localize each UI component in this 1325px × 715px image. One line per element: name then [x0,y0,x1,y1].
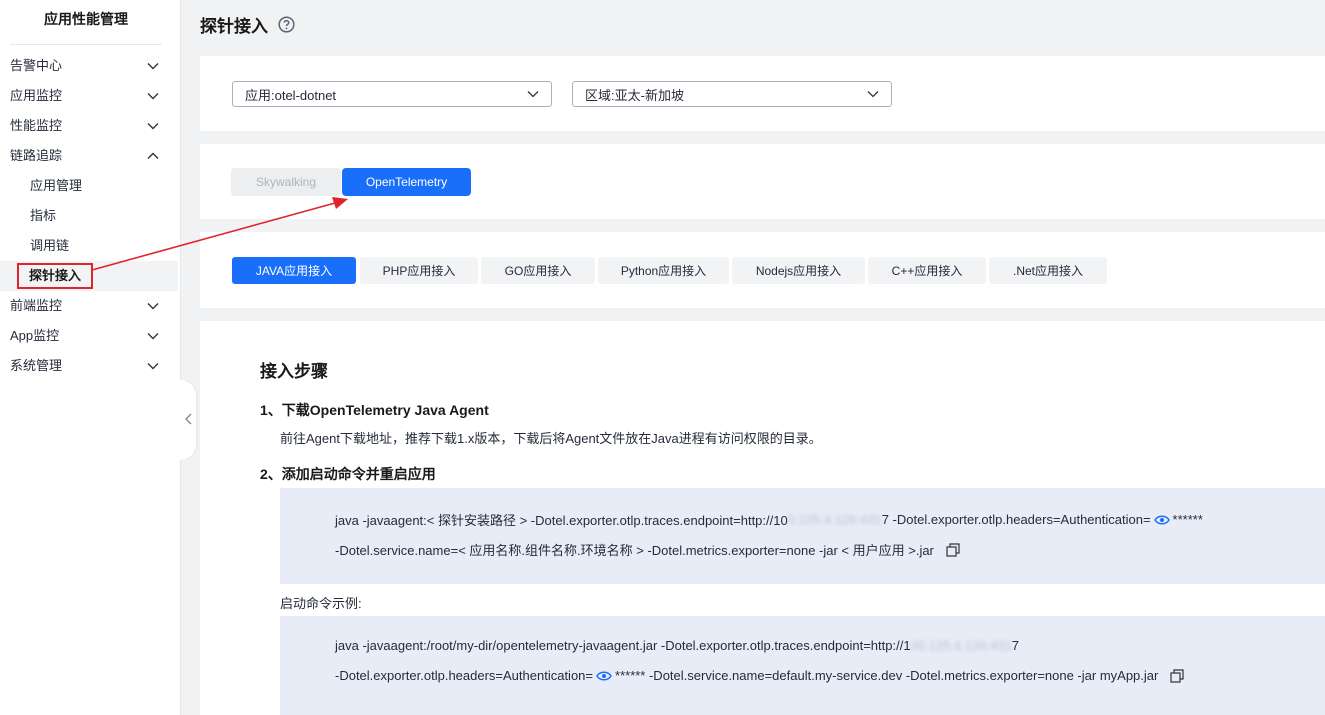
step2-title: 2、添加启动命令并重启应用 [260,466,436,482]
command-code-block: java -javaagent:< 探针安装路径 > -Dotel.export… [280,488,1325,584]
filter-card: 应用:otel-dotnet 区域:亚太-新加坡 [200,56,1325,131]
example-line-2: -Dotel.exporter.otlp.headers=Authenticat… [335,668,1184,683]
sidebar-item-probe-access[interactable]: 探针接入 [0,261,178,291]
chevron-down-icon [527,88,539,103]
sidebar-item-label: 系统管理 [10,358,63,373]
example-line-1: java -javaagent:/root/my-dir/opentelemet… [335,638,1019,653]
example-code-block: java -javaagent:/root/my-dir/opentelemet… [280,616,1325,715]
sidebar-item-app-management[interactable]: 应用管理 [0,171,180,201]
sidebar-item-label: 探针接入 [17,263,94,289]
copy-icon[interactable] [1170,668,1184,683]
command-text: java -javaagent:< 探针安装路径 > -Dotel.export… [335,513,788,528]
sidebar-item-label: 链路追踪 [10,148,63,163]
tab-nodejs[interactable]: Nodejs应用接入 [732,257,865,284]
protocol-option-opentelemetry[interactable]: OpenTelemetry [342,168,471,196]
sidebar-item-frontend-monitoring[interactable]: 前端监控 [0,291,180,321]
eye-icon[interactable] [1153,514,1170,526]
app-select-value: 应用:otel-dotnet [245,87,337,103]
chevron-down-icon [867,88,879,103]
step1-description: 前往Agent下载地址，推荐下载1.x版本，下载后将Agent文件放在Java进… [280,431,822,446]
command-text: java -javaagent:/root/my-dir/opentelemet… [335,638,911,653]
protocol-option-skywalking[interactable]: Skywalking [231,168,341,196]
masked-endpoint: 0.125.4.126:431 [787,512,882,527]
tab-java[interactable]: JAVA应用接入 [232,257,356,284]
sidebar-item-performance-monitoring[interactable]: 性能监控 [0,111,180,141]
chevron-down-icon [146,291,160,321]
command-text: 7 -Dotel.exporter.otlp.headers=Authentic… [881,512,1151,527]
command-line-1: java -javaagent:< 探针安装路径 > -Dotel.export… [335,510,1203,529]
sidebar-item-label: 应用监控 [10,88,63,103]
copy-icon[interactable] [946,542,960,557]
sidebar-item-label: 告警中心 [10,58,63,73]
page-title-text: 探针接入 [200,16,268,36]
command-text: ****** -Dotel.service.name=default.my-se… [615,668,1159,683]
chevron-down-icon [146,321,160,351]
sidebar: 应用性能管理 告警中心 应用监控 性能监控 链路追踪 应用管理 指标 调用链 探… [0,0,181,715]
sidebar-item-label: 调用链 [30,238,70,253]
protocol-card: Skywalking OpenTelemetry [200,144,1325,219]
tab-php[interactable]: PHP应用接入 [360,257,478,284]
chevron-down-icon [146,51,160,81]
tab-python[interactable]: Python应用接入 [598,257,729,284]
sidebar-collapse-button[interactable] [180,380,196,460]
language-tabs-card: JAVA应用接入 PHP应用接入 GO应用接入 Python应用接入 Nodej… [200,232,1325,308]
chevron-up-icon [146,141,160,171]
sidebar-item-metrics[interactable]: 指标 [0,201,180,231]
step1-title: 1、下载OpenTelemetry Java Agent [260,402,489,418]
steps-heading: 接入步骤 [260,362,328,381]
steps-card: 接入步骤 1、下载OpenTelemetry Java Agent 前往Agen… [200,321,1325,715]
chevron-down-icon [146,111,160,141]
eye-icon[interactable] [596,670,612,682]
sidebar-title: 应用性能管理 [10,0,162,45]
sidebar-item-call-chain[interactable]: 调用链 [0,231,180,261]
chevron-left-icon [184,413,192,428]
sidebar-item-alarm-center[interactable]: 告警中心 [0,51,180,81]
page-title: 探针接入 [200,10,295,38]
command-line-2: -Dotel.service.name=< 应用名称.组件名称.环境名称 > -… [335,540,960,559]
command-text: 7 [1011,638,1020,653]
region-select-value: 区域:亚太-新加坡 [585,87,684,103]
sidebar-item-system-management[interactable]: 系统管理 [0,351,180,381]
example-label: 启动命令示例: [280,596,362,611]
sidebar-item-label: 指标 [30,208,57,223]
tab-dotnet[interactable]: .Net应用接入 [989,257,1107,284]
sidebar-item-tracing[interactable]: 链路追踪 [0,141,180,171]
tab-cpp[interactable]: C++应用接入 [868,257,986,284]
sidebar-item-label: 前端监控 [10,298,63,313]
masked-secret: ****** [1172,512,1203,527]
tab-go[interactable]: GO应用接入 [481,257,595,284]
region-select[interactable]: 区域:亚太-新加坡 [572,81,892,107]
question-circle-icon[interactable] [278,15,295,33]
sidebar-item-label: App监控 [10,328,60,343]
chevron-down-icon [146,81,160,111]
chevron-down-icon [146,351,160,381]
app-select[interactable]: 应用:otel-dotnet [232,81,552,107]
masked-endpoint: 00.125.4.126:431 [910,638,1012,653]
sidebar-item-label: 性能监控 [10,118,63,133]
sidebar-item-label: 应用管理 [30,178,83,193]
command-text: -Dotel.exporter.otlp.headers=Authenticat… [335,668,594,683]
sidebar-item-app-monitoring[interactable]: 应用监控 [0,81,180,111]
sidebar-item-app-monitor[interactable]: App监控 [0,321,180,351]
command-text: -Dotel.service.name=< 应用名称.组件名称.环境名称 > -… [335,543,934,558]
